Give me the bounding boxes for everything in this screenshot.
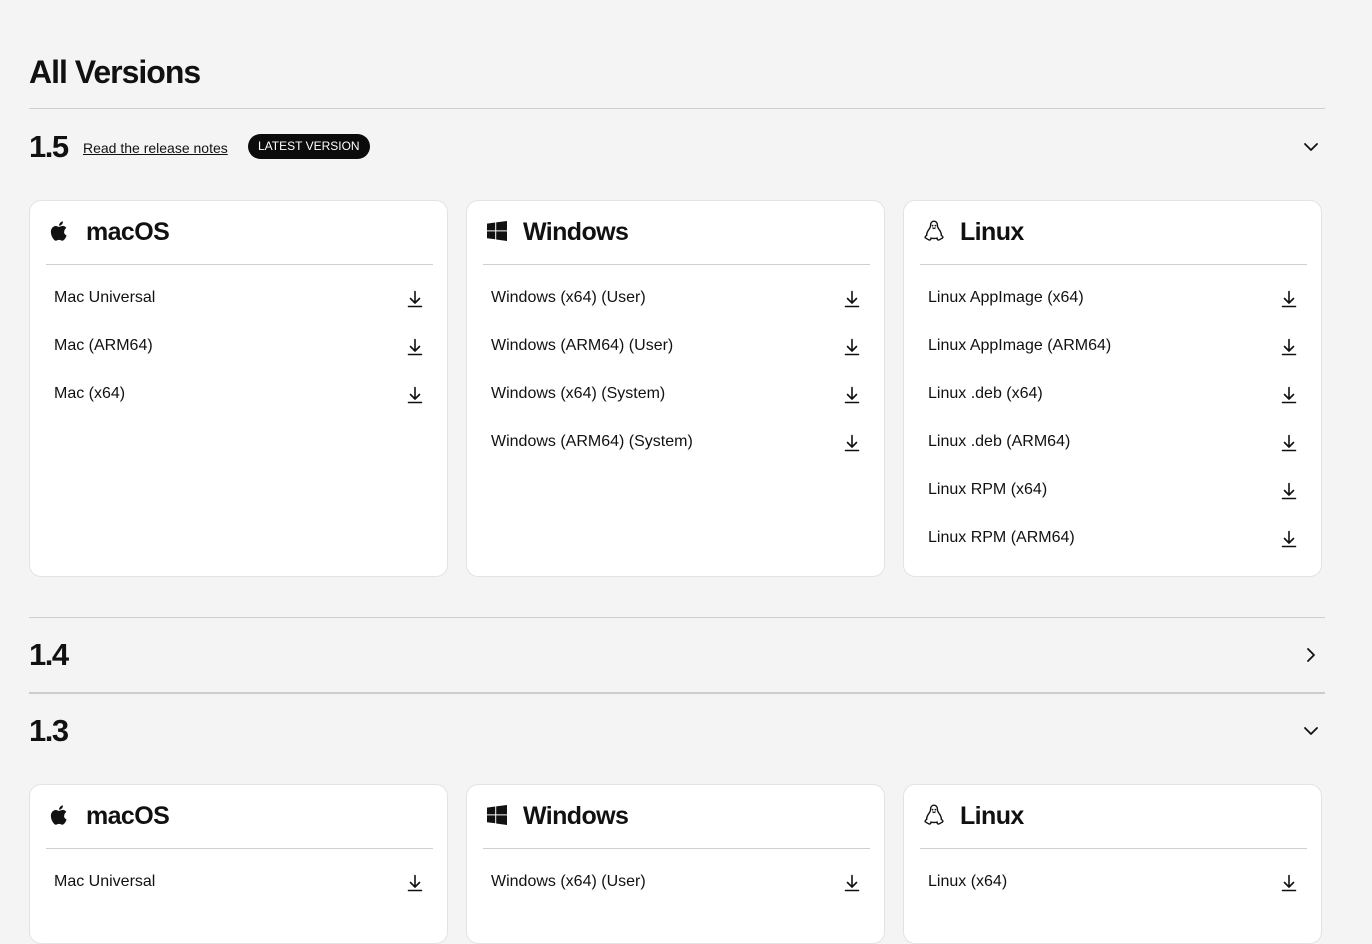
download-icon[interactable] [405,873,425,893]
page-title: All Versions [29,54,201,90]
download-item[interactable]: Linux RPM (x64) [928,471,1299,519]
download-icon[interactable] [1279,481,1299,501]
download-item[interactable]: Windows (x64) (System) [491,375,862,423]
platform-card-macos: macOS Mac Universal [29,784,448,944]
download-label: Linux .deb (ARM64) [928,433,1071,450]
download-icon[interactable] [1279,289,1299,309]
download-icon[interactable] [1279,337,1299,357]
download-list: Mac Universal Mac (ARM64) Mac (x64) [54,279,425,423]
download-icon[interactable] [1279,433,1299,453]
download-list: Windows (x64) (User) [491,863,862,911]
platform-name: macOS [86,218,170,246]
download-list: Linux AppImage (x64) Linux AppImage (ARM… [928,279,1299,567]
download-item[interactable]: Linux .deb (x64) [928,375,1299,423]
download-icon[interactable] [1279,873,1299,893]
download-icon[interactable] [405,289,425,309]
download-label: Linux .deb (x64) [928,385,1043,402]
card-header: Linux [920,201,1307,265]
card-header: macOS [46,201,433,265]
download-icon[interactable] [842,433,862,453]
chevron-down-icon[interactable] [1299,135,1323,159]
download-icon[interactable] [842,289,862,309]
version-number: 1.4 [29,637,69,672]
download-label: Windows (ARM64) (System) [491,433,693,450]
version-row-1-3[interactable]: 1.3 [29,711,1325,751]
download-label: Mac (x64) [54,385,126,402]
download-list: Mac Universal [54,863,425,911]
card-header: Linux [920,785,1307,849]
download-icon[interactable] [405,385,425,405]
download-list: Linux (x64) [928,863,1299,911]
download-label: Mac Universal [54,289,156,306]
windows-icon [485,219,509,243]
latest-version-badge: LATEST VERSION [248,134,370,159]
platform-card-windows: Windows Windows (x64) (User) [466,784,885,944]
card-header: Windows [483,785,870,849]
download-item[interactable]: Windows (x64) (User) [491,279,862,327]
chevron-right-icon[interactable] [1299,643,1323,667]
linux-penguin-icon [922,219,946,243]
platform-card-linux: Linux Linux (x64) [903,784,1322,944]
platform-name: macOS [86,802,170,830]
platform-card-linux: Linux Linux AppImage (x64) Linux AppImag… [903,200,1322,577]
download-label: Linux AppImage (ARM64) [928,337,1112,354]
download-icon[interactable] [1279,385,1299,405]
apple-icon [48,219,72,243]
download-label: Mac Universal [54,873,156,890]
platform-card-windows: Windows Windows (x64) (User) Windows (AR… [466,200,885,577]
download-list: Windows (x64) (User) Windows (ARM64) (Us… [491,279,862,471]
download-label: Linux RPM (x64) [928,481,1048,498]
download-item[interactable]: Windows (ARM64) (User) [491,327,862,375]
divider [29,617,1325,618]
download-label: Windows (ARM64) (User) [491,337,674,354]
platform-name: Windows [523,802,629,830]
download-label: Windows (x64) (User) [491,873,646,890]
version-row-1-4[interactable]: 1.4 [29,635,1325,675]
download-icon[interactable] [842,873,862,893]
release-notes-link[interactable]: Read the release notes [83,139,228,157]
divider [29,108,1325,109]
download-icon[interactable] [405,337,425,357]
download-item[interactable]: Mac Universal [54,863,425,911]
version-number: 1.3 [29,713,69,748]
platform-name: Linux [960,218,1024,246]
linux-penguin-icon [922,803,946,827]
download-item[interactable]: Mac (ARM64) [54,327,425,375]
download-item[interactable]: Mac (x64) [54,375,425,423]
platform-card-macos: macOS Mac Universal Mac (ARM64) Mac (x64… [29,200,448,577]
platform-name: Linux [960,802,1024,830]
platform-name: Windows [523,218,629,246]
download-item[interactable]: Linux AppImage (ARM64) [928,327,1299,375]
divider [29,692,1325,694]
download-label: Windows (x64) (User) [491,289,646,306]
download-label: Linux AppImage (x64) [928,289,1084,306]
download-item[interactable]: Linux RPM (ARM64) [928,519,1299,567]
download-icon[interactable] [842,337,862,357]
download-icon[interactable] [842,385,862,405]
download-item[interactable]: Linux (x64) [928,863,1299,911]
download-item[interactable]: Mac Universal [54,279,425,327]
download-item[interactable]: Linux .deb (ARM64) [928,423,1299,471]
version-number: 1.5 [29,129,69,164]
download-item[interactable]: Windows (x64) (User) [491,863,862,911]
download-label: Windows (x64) (System) [491,385,666,402]
chevron-down-icon[interactable] [1299,719,1323,743]
download-icon[interactable] [1279,529,1299,549]
download-label: Mac (ARM64) [54,337,153,354]
download-label: Linux (x64) [928,873,1008,890]
card-header: Windows [483,201,870,265]
apple-icon [48,803,72,827]
download-label: Linux RPM (ARM64) [928,529,1075,546]
download-item[interactable]: Windows (ARM64) (System) [491,423,862,471]
version-row-1-5[interactable]: 1.5 Read the release notes LATEST VERSIO… [29,127,1325,167]
download-item[interactable]: Linux AppImage (x64) [928,279,1299,327]
windows-icon [485,803,509,827]
card-header: macOS [46,785,433,849]
